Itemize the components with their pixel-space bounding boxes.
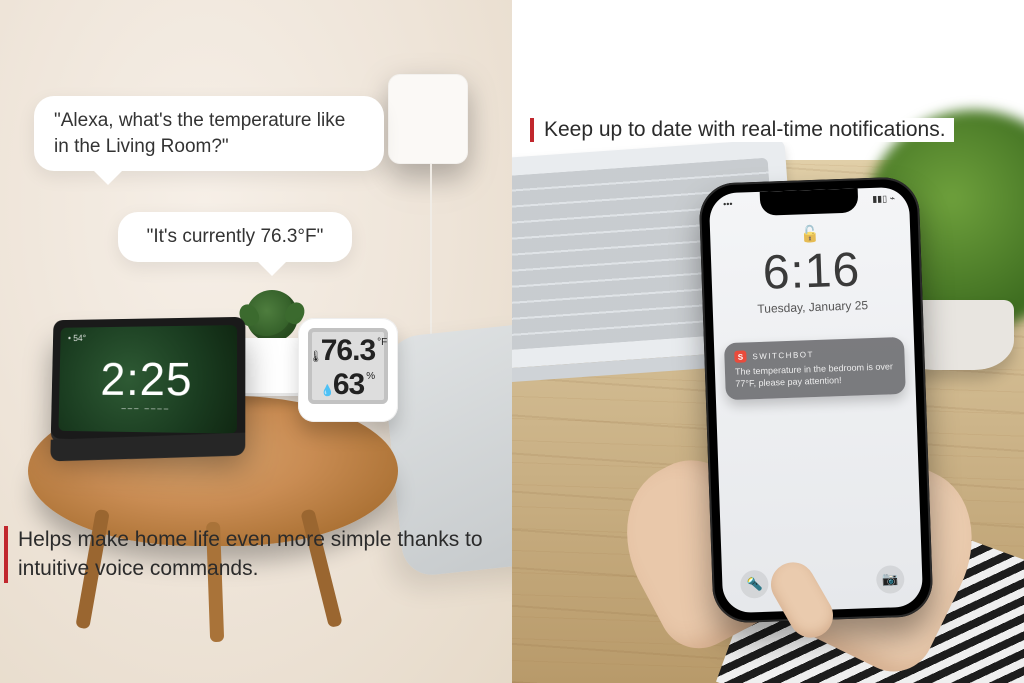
meter-temperature-unit: °F [377,337,387,348]
speech-bubble-answer: "It's currently 76.3°F" [118,212,352,262]
plant-pot [236,338,304,396]
camera-icon: 📷 [882,571,899,588]
notification-app-name: SWITCHBOT [752,350,814,361]
echo-show-device: • 54° 2:25 ––– –––– [51,317,246,442]
phone-time: 6:16 [711,241,913,303]
echo-screen: • 54° 2:25 ––– –––– [58,325,237,434]
speech-bubble-question: "Alexa, what's the temperature like in t… [34,96,384,171]
droplet-icon: 💧 [321,384,331,397]
notification-app-icon: S [734,350,746,362]
meter-humidity: 63 [333,368,364,402]
flashlight-icon: 🔦 [746,576,763,593]
right-caption: Keep up to date with real-time notificat… [530,118,954,142]
notification-scene: Keep up to date with real-time notificat… [512,0,1024,683]
push-notification: S SWITCHBOT The temperature in the bedro… [724,337,906,401]
smart-hub-device [388,74,468,164]
speech-answer-text: "It's currently 76.3°F" [147,226,324,247]
lock-icon: 🔓 [800,226,821,244]
right-caption-text: Keep up to date with real-time notificat… [544,118,946,141]
status-right: ▮▮▯ ⌁ [872,193,895,205]
echo-clock-sub: ––– –––– [59,403,237,414]
thermo-hygrometer-device: 🌡 76.3 °F 💧 63 % [298,318,398,422]
camera-button: 📷 [876,565,905,594]
speech-question-text: "Alexa, what's the temperature like in t… [54,110,345,157]
meter-screen: 🌡 76.3 °F 💧 63 % [308,328,388,404]
thermometer-icon: 🌡 [309,350,319,363]
left-caption: Helps make home life even more simple th… [4,526,504,583]
status-left: ••• [723,199,733,210]
flashlight-button: 🔦 [740,570,769,599]
echo-clock-time: 2:25 [59,351,237,406]
meter-humidity-unit: % [366,371,375,382]
voice-command-scene: "Alexa, what's the temperature like in t… [0,0,512,683]
succulent-plant [246,290,298,342]
smartphone: ••• ▮▮▯ ⌁ 🔓 6:16 Tuesday, January 25 S S… [698,176,933,623]
echo-status: • 54° [68,333,86,343]
notification-body: The temperature in the bedroom is over 7… [735,360,896,390]
meter-temperature: 76.3 [321,334,375,368]
phone-lock-screen: ••• ▮▮▯ ⌁ 🔓 6:16 Tuesday, January 25 S S… [709,187,924,614]
left-caption-text: Helps make home life even more simple th… [18,528,483,579]
